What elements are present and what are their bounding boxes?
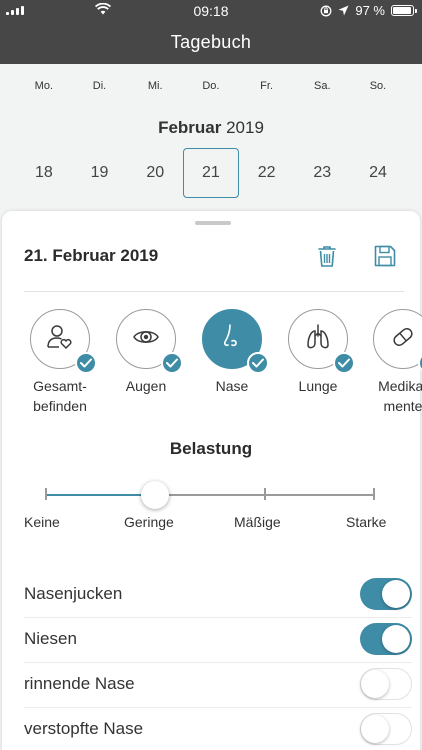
category-circle[interactable]: [373, 309, 422, 374]
category-2[interactable]: Augen: [106, 309, 186, 396]
battery-percent: 97 %: [355, 3, 385, 18]
belastung-level-label[interactable]: Keine: [24, 514, 60, 530]
category-circle[interactable]: [116, 309, 183, 374]
category-circle[interactable]: [288, 309, 355, 374]
category-5[interactable]: Medika- mente: [363, 309, 422, 416]
month-label: Februar 2019: [0, 118, 422, 138]
app-header: 09:18 97 % Tagebuch: [0, 0, 422, 64]
weekday-label: Do.: [202, 80, 220, 92]
symptom-label: Niesen: [24, 629, 77, 648]
symptom-row: Niesen: [24, 617, 412, 661]
checkmark-icon: [247, 352, 269, 374]
toggle-knob: [382, 625, 410, 653]
year: 2019: [226, 118, 264, 137]
belastung-slider-thumb[interactable]: [141, 481, 170, 509]
date-item[interactable]: 19: [72, 148, 128, 198]
slider-tick: [263, 488, 266, 500]
weekday-label: Mo.: [34, 80, 54, 92]
date-item[interactable]: 23: [294, 148, 350, 198]
checkmark-icon: [75, 352, 97, 374]
symptom-label: Nasenjucken: [24, 584, 123, 603]
belastung-slider-track[interactable]: [46, 494, 374, 496]
symptom-toggle[interactable]: [360, 668, 412, 700]
checkmark-icon: [333, 352, 355, 374]
symptom-row: Nasenjucken: [24, 572, 412, 616]
category-label: Nase: [215, 378, 249, 394]
entry-date: 21. Februar 2019: [24, 246, 159, 265]
symptom-row: rinnende Nase: [24, 662, 412, 706]
weekday-row: Mo. Di. Mi. Do. Fr. Sa. So.: [16, 80, 406, 92]
date-item[interactable]: 20: [127, 148, 183, 198]
status-bar: 09:18 97 %: [0, 0, 422, 22]
eye-icon: [131, 322, 161, 357]
rotation-lock-icon: [320, 5, 332, 16]
date-item[interactable]: 22: [239, 148, 295, 198]
category-label: Augen: [125, 378, 167, 394]
date-item[interactable]: 18: [16, 148, 72, 198]
person-heart-icon: [45, 322, 75, 357]
belastung-slider-fill: [46, 494, 156, 496]
symptom-label: rinnende Nase: [24, 674, 135, 693]
slider-tick: [373, 488, 375, 500]
symptom-row: verstopfte Nase: [24, 707, 412, 750]
category-1[interactable]: Gesamt- befinden: [20, 309, 100, 416]
weekday-label: So.: [369, 80, 387, 92]
weekday-label: Sa.: [314, 80, 331, 92]
belastung-title: Belastung: [169, 439, 253, 458]
category-label: Lunge: [298, 378, 338, 394]
symptom-label: verstopfte Nase: [24, 719, 144, 738]
symptom-toggle[interactable]: [360, 578, 412, 610]
location-arrow-icon: [338, 5, 349, 16]
slider-tick: [45, 488, 47, 500]
belastung-level-label[interactable]: Mäßige: [234, 514, 281, 530]
toggle-knob: [361, 669, 389, 698]
category-label: Gesamt- befinden: [33, 378, 87, 414]
belastung-level-label[interactable]: Starke: [346, 514, 386, 530]
checkmark-icon: [418, 352, 422, 374]
lungs-icon: [303, 322, 333, 357]
date-item[interactable]: 24: [350, 148, 406, 198]
weekday-label: Di.: [92, 80, 107, 92]
symptom-toggle[interactable]: [360, 713, 412, 745]
month-name: Februar: [158, 118, 222, 137]
symptom-toggle[interactable]: [360, 623, 412, 655]
drag-handle[interactable]: [195, 221, 231, 225]
divider: [24, 291, 404, 292]
category-3[interactable]: Nase: [192, 309, 272, 396]
delete-icon[interactable]: [314, 243, 340, 269]
weekday-label: Mi.: [147, 80, 163, 92]
save-icon[interactable]: [372, 243, 398, 269]
category-circle[interactable]: [202, 309, 269, 374]
toggle-knob: [361, 714, 389, 743]
category-label: Medika- mente: [378, 378, 422, 414]
toggle-knob: [382, 580, 410, 608]
page-title: Tagebuch: [170, 32, 252, 52]
category-4[interactable]: Lunge: [278, 309, 358, 396]
weekday-label: Fr.: [260, 80, 274, 92]
checkmark-icon: [161, 352, 183, 374]
pill-icon: [388, 322, 418, 357]
date-row: 18 19 20 21 22 23 24: [16, 148, 406, 198]
battery-icon: [391, 5, 417, 16]
entry-card: 21. Februar 2019 Gesamt- befinden Augen …: [2, 211, 422, 750]
nose-icon: [217, 322, 247, 357]
category-circle[interactable]: [30, 309, 97, 374]
belastung-level-label[interactable]: Geringe: [124, 514, 174, 530]
date-selected[interactable]: 21: [183, 148, 239, 198]
